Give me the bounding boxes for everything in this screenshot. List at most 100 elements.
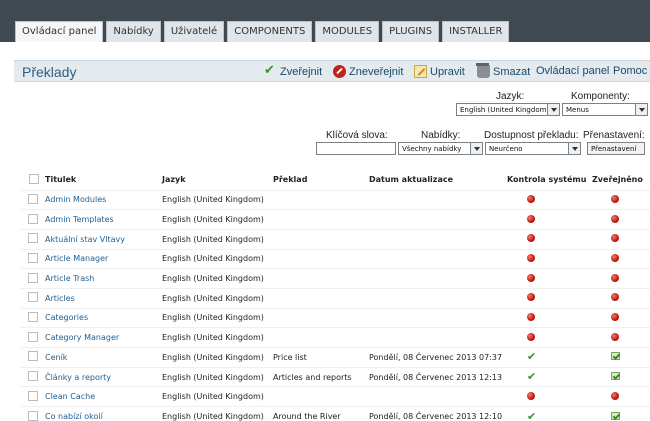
unpublish-label: Zneveřejnit [349,65,404,78]
help-link[interactable]: Pomoc [613,65,647,77]
language-cell: English (United Kingdom) [162,189,273,210]
published-cell [592,248,650,269]
unpublished-icon[interactable] [611,194,619,203]
availability-select[interactable]: Neurčeno [485,142,581,155]
components-select-value: Menus [566,106,589,114]
control-cell [507,189,592,210]
row-checkbox-cell [20,228,45,250]
title-link[interactable]: Categories [45,313,88,322]
row-checkbox[interactable] [28,193,38,204]
keywords-label: Klíčová slova: [326,130,388,141]
row-checkbox[interactable] [28,272,38,283]
date-cell: Pondělí, 08 Červenec 2013 12:10 [369,406,507,421]
reset-button[interactable]: Přenastavení [587,142,645,155]
title-link[interactable]: Category Manager [45,333,119,342]
table-row: Ceník English (United Kingdom) Price list P… [20,347,650,368]
tab-plugins[interactable]: PLUGINS [382,21,440,42]
published-cell [592,327,650,348]
unpublished-icon[interactable] [611,234,619,243]
components-select[interactable]: Menus [562,103,648,116]
row-checkbox[interactable] [28,311,38,322]
published-icon[interactable] [611,372,620,381]
row-checkbox-cell [20,189,45,210]
unpublished-icon[interactable] [611,391,619,400]
row-checkbox[interactable] [28,371,38,382]
date-cell [369,228,507,250]
control-panel-link[interactable]: Ovládací panel [536,65,609,77]
title-link[interactable]: Article Manager [45,254,108,263]
table-row: Articles English (United Kingdom) [20,287,650,309]
tab-installer[interactable]: INSTALLER [442,21,510,42]
row-checkbox[interactable] [28,410,38,421]
edit-button[interactable]: Upravit [414,65,465,78]
language-select-value: English (United Kingdom) [460,106,550,114]
row-checkbox[interactable] [28,213,38,224]
tab-modules[interactable]: MODULES [315,21,380,42]
components-filter-label: Komponenty: [571,91,630,102]
publish-label: Zveřejnit [280,65,323,78]
title-cell: Article Manager [45,248,162,269]
menus-filter-label: Nabídky: [421,130,461,141]
published-icon[interactable] [611,411,620,420]
select-all-checkbox[interactable] [29,173,39,184]
checkmark-icon: ✔ [527,350,537,364]
row-checkbox[interactable] [28,233,38,244]
published-icon[interactable] [611,352,620,361]
delete-button[interactable]: Smazat [476,63,530,78]
row-checkbox-cell [20,386,45,407]
translation-cell [273,307,369,328]
title-link[interactable]: Články a reporty [45,373,111,382]
col-language-header[interactable]: Jazyk [162,170,273,190]
language-select[interactable]: English (United Kingdom) [456,103,560,116]
unpublish-icon [333,65,346,78]
control-cell [507,386,592,407]
title-link[interactable]: Clean Cache [45,392,95,401]
title-link[interactable]: Ceník [45,353,67,362]
row-checkbox-cell [20,268,45,289]
table-body: Admin Modules English (United Kingdom) Adm… [20,189,650,421]
col-control-header[interactable]: Kontrola systému [507,170,592,190]
unpublished-icon[interactable] [611,214,619,223]
col-title-header[interactable]: Titulek [45,170,162,190]
unpublished-icon[interactable] [611,312,619,321]
red-status-icon [527,214,535,223]
red-status-icon [527,194,535,203]
tab-components[interactable]: COMPONENTS [227,21,313,42]
tab-control-panel[interactable]: Ovládací panel [15,21,104,42]
row-checkbox[interactable] [28,331,38,342]
published-cell [592,228,650,250]
publish-button[interactable]: Zveřejnit [264,62,323,78]
pencil-icon [414,65,427,78]
unpublished-icon[interactable] [611,253,619,262]
menus-select[interactable]: Všechny nabídky [398,142,483,155]
chevron-down-icon [551,108,557,112]
red-status-icon [527,391,535,400]
title-link[interactable]: Co nabízí okolí [45,412,103,421]
title-link[interactable]: Admin Templates [45,215,114,224]
row-checkbox[interactable] [28,390,38,401]
unpublished-icon[interactable] [611,273,619,282]
col-translation-header[interactable]: Překlad [273,170,369,190]
unpublished-icon[interactable] [611,293,619,302]
date-cell: Pondělí, 08 Červenec 2013 12:13 [369,366,507,387]
col-published-header[interactable]: Zveřejněno [592,170,650,190]
tab-users[interactable]: Uživatelé [163,21,225,42]
title-link[interactable]: Article Trash [45,274,94,283]
translation-cell [273,268,369,289]
title-link[interactable]: Admin Modules [45,195,106,204]
language-cell: English (United Kingdom) [162,248,273,269]
language-cell: English (United Kingdom) [162,228,273,250]
unpublish-button[interactable]: Zneveřejnit [333,65,403,78]
title-link[interactable]: Aktuální stav Vltavy [45,235,125,244]
title-link[interactable]: Articles [45,294,75,303]
red-status-icon [527,253,535,262]
row-checkbox[interactable] [28,252,38,263]
tab-menus[interactable]: Nabídky [106,21,161,42]
row-checkbox[interactable] [28,351,38,362]
keywords-input[interactable] [316,142,396,155]
unpublished-icon[interactable] [611,332,619,341]
col-date-header[interactable]: Datum aktualizace [369,170,507,190]
language-cell: English (United Kingdom) [162,366,273,387]
red-status-icon [527,273,535,282]
row-checkbox[interactable] [28,292,38,303]
